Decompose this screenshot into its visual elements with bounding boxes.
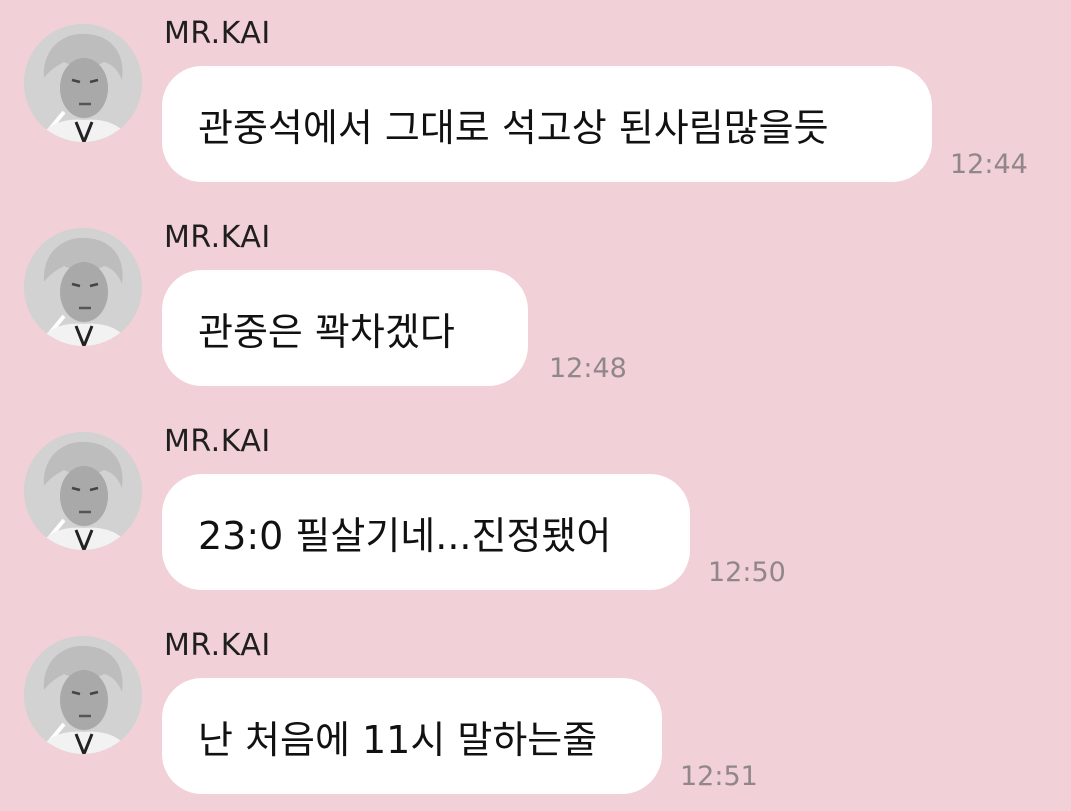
message-text: 난 처음에 11시 말하는줄 <box>198 717 598 762</box>
message-bubble[interactable]: 관중석에서 그대로 석고상 된사림많을듯 <box>162 66 932 182</box>
message-timestamp: 12:50 <box>708 557 786 588</box>
avatar-portrait-icon <box>24 24 142 142</box>
sender-name: MR.KAI <box>164 16 271 51</box>
message-bubble[interactable]: 관중은 꽉차겠다 <box>162 270 528 386</box>
message-text: 23:0 필살기네...진정됐어 <box>198 513 612 558</box>
sender-name: MR.KAI <box>164 424 271 459</box>
message-text: 관중은 꽉차겠다 <box>198 309 455 354</box>
message-bubble[interactable]: 난 처음에 11시 말하는줄 <box>162 678 662 794</box>
avatar-portrait-icon <box>24 636 142 754</box>
avatar[interactable] <box>24 636 142 754</box>
message-text: 관중석에서 그대로 석고상 된사림많을듯 <box>198 105 829 150</box>
avatar[interactable] <box>24 228 142 346</box>
chat-message: MR.KAI 관중석에서 그대로 석고상 된사림많을듯 12:44 <box>0 0 1071 190</box>
avatar[interactable] <box>24 24 142 142</box>
avatar-portrait-icon <box>24 432 142 550</box>
chat-message: MR.KAI 23:0 필살기네...진정됐어 12:50 <box>0 408 1071 598</box>
chat-thread: MR.KAI 관중석에서 그대로 석고상 된사림많을듯 12:44 MR.KAI… <box>0 0 1071 811</box>
message-bubble[interactable]: 23:0 필살기네...진정됐어 <box>162 474 690 590</box>
sender-name: MR.KAI <box>164 220 271 255</box>
avatar[interactable] <box>24 432 142 550</box>
sender-name: MR.KAI <box>164 628 271 663</box>
chat-message: MR.KAI 난 처음에 11시 말하는줄 12:51 <box>0 612 1071 802</box>
message-timestamp: 12:51 <box>680 761 758 792</box>
message-timestamp: 12:44 <box>950 149 1028 180</box>
avatar-portrait-icon <box>24 228 142 346</box>
message-timestamp: 12:48 <box>549 353 627 384</box>
chat-message: MR.KAI 관중은 꽉차겠다 12:48 <box>0 204 1071 394</box>
